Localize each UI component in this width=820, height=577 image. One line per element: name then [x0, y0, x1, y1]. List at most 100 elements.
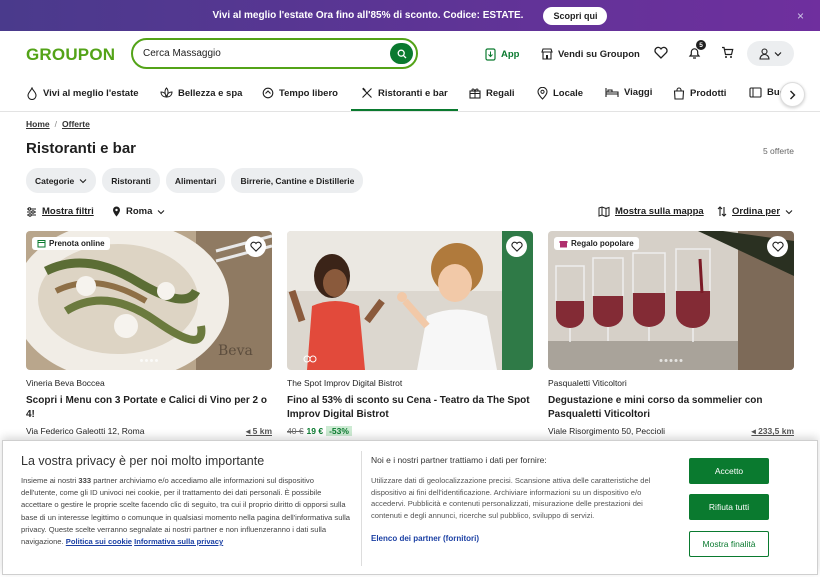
accept-button[interactable]: Accetto — [689, 458, 769, 484]
page-title: Ristoranti e bar — [26, 140, 137, 157]
deal-title[interactable]: Scopri i Menu con 3 Portate e Calici di … — [26, 394, 272, 422]
consent-text: partner archiviamo e/o accediamo alle in… — [21, 476, 351, 547]
breadcrumb-offers[interactable]: Offerte — [62, 119, 90, 129]
category-item-restaurants[interactable]: Ristoranti e bar — [351, 87, 458, 111]
location-label: Roma — [126, 206, 153, 217]
search-value: Cerca Massaggio — [143, 48, 221, 59]
category-nav: Vivi al meglio l'estate Bellezza e spa T… — [0, 76, 820, 112]
privacy-policy-link[interactable]: Informativa sulla privacy — [134, 537, 223, 546]
offer-count: 5 offerte — [762, 146, 794, 156]
sort-button[interactable]: Ordina per — [717, 206, 793, 217]
reject-all-button[interactable]: Rifiuta tutti — [689, 494, 769, 520]
header: GROUPON Cerca Massaggio App Vendi su Gro… — [0, 31, 820, 76]
merchant-name: Vineria Beva Boccea — [26, 378, 105, 388]
deal-image[interactable]: Beva Prenota online — [26, 231, 272, 370]
deal-card[interactable]: The Spot Improv Digital Bistrot Fino al … — [287, 231, 533, 438]
close-icon[interactable]: × — [797, 9, 804, 23]
app-link[interactable]: App — [485, 48, 519, 61]
deal-address: Viale Risorgimento 50, Peccioli — [548, 426, 666, 436]
favorite-button[interactable] — [767, 236, 788, 257]
search-button[interactable] — [390, 43, 413, 64]
purposes-text: Utilizzare dati di geolocalizzazione pre… — [371, 476, 651, 520]
show-filters-button[interactable]: Mostra filtri — [26, 206, 94, 217]
breadcrumb-home[interactable]: Home — [26, 119, 50, 129]
chevron-down-icon — [774, 51, 782, 56]
lotus-icon — [160, 87, 173, 98]
category-item-summer[interactable]: Vivi al meglio l'estate — [26, 87, 139, 100]
image-carousel-dots[interactable] — [659, 359, 683, 362]
cart-button[interactable] — [721, 46, 734, 64]
deal-tag: Prenota online — [32, 237, 110, 250]
user-menu-button[interactable] — [747, 41, 794, 66]
deal-distance-value: 233,5 km — [758, 426, 794, 436]
deal-address: Via Federico Galeotti 12, Roma — [26, 426, 145, 436]
user-icon — [759, 47, 770, 60]
cookie-consent-banner: La vostra privacy è per noi molto import… — [2, 440, 818, 575]
category-label: Regali — [486, 87, 515, 99]
breadcrumb: Home / Offerte — [26, 119, 90, 129]
category-item-products[interactable]: Prodotti — [673, 87, 726, 100]
purposes-title: Noi e i nostri partner trattiamo i dati … — [371, 455, 547, 465]
location-pin-icon — [537, 87, 548, 100]
deal-distance[interactable]: ◂ 233,5 km — [751, 426, 794, 437]
chip-label: Ristoranti — [111, 175, 151, 186]
groupon-logo[interactable]: GROUPON — [26, 45, 115, 65]
show-purposes-button[interactable]: Mostra finalità — [689, 531, 769, 557]
category-label: Vivi al meglio l'estate — [43, 88, 139, 99]
show-map-label: Mostra sulla mappa — [615, 206, 704, 217]
utensils-icon — [362, 87, 372, 98]
deal-image[interactable] — [287, 231, 533, 370]
deal-distance[interactable]: ◂ 5 km — [246, 426, 272, 437]
category-item-gifts[interactable]: Regali — [469, 87, 515, 99]
show-map-button[interactable]: Mostra sulla mappa — [598, 206, 704, 217]
search-input[interactable]: Cerca Massaggio — [131, 38, 418, 69]
heart-icon — [654, 46, 668, 59]
vendors-link[interactable]: Elenco dei partner (fornitori) — [371, 534, 479, 543]
chevron-down-icon — [79, 178, 87, 183]
deal-title[interactable]: Degustazione e mini corso da sommelier c… — [548, 394, 794, 422]
new-price: 19 € — [306, 426, 324, 436]
shopping-bag-icon — [673, 87, 685, 100]
notifications-button[interactable]: 5 — [688, 40, 706, 65]
location-pin-icon — [113, 206, 120, 217]
deal-tag-label: Regalo popolare — [571, 239, 634, 248]
wishlist-button[interactable] — [654, 46, 668, 64]
chip-categories[interactable]: Categorie — [26, 168, 97, 193]
favorite-button[interactable] — [245, 236, 266, 257]
favorite-button[interactable] — [506, 236, 527, 257]
chip-label: Birrerie, Cantine e Distillerie — [240, 175, 355, 186]
category-scroll-right-button[interactable] — [780, 82, 805, 107]
category-item-local[interactable]: Locale — [537, 87, 583, 100]
promo-cta-button[interactable]: Scopri qui — [543, 6, 608, 25]
sell-link[interactable]: Vendi su Groupon — [541, 48, 640, 60]
filters-bar: Mostra filtri Roma Mostra sulla mappa Or… — [26, 206, 796, 220]
notification-count-badge: 5 — [696, 40, 706, 50]
deal-title[interactable]: Fino al 53% di sconto su Cena - Teatro d… — [287, 394, 533, 422]
chip-restaurants[interactable]: Ristoranti — [102, 168, 160, 193]
chip-groceries[interactable]: Alimentari — [165, 168, 226, 193]
store-icon — [541, 48, 553, 60]
old-price: 40 € — [287, 426, 304, 436]
category-label: Bellezza e spa — [178, 87, 243, 99]
deal-card[interactable]: Regalo popolare Pasqualetti Viticoltori … — [548, 231, 794, 438]
phone-icon — [485, 48, 496, 61]
category-label: Viaggi — [624, 87, 653, 98]
consent-description: Insieme ai nostri 333 partner archiviamo… — [21, 475, 351, 548]
category-item-beauty[interactable]: Bellezza e spa — [160, 87, 242, 99]
chip-breweries[interactable]: Birrerie, Cantine e Distillerie — [231, 168, 364, 193]
deal-image[interactable]: Regalo popolare — [548, 231, 794, 370]
location-selector[interactable]: Roma — [112, 206, 165, 217]
search-icon — [397, 49, 406, 58]
deal-price: 40 €19 € -53% — [287, 426, 533, 438]
cart-icon — [722, 46, 734, 58]
category-label: Tempo libero — [279, 87, 338, 99]
deal-card[interactable]: Beva Prenota online Vineria Beva Boccea … — [26, 231, 272, 438]
category-item-travel[interactable]: Viaggi — [605, 87, 652, 98]
cookie-policy-link[interactable]: Politica sui cookie — [66, 537, 132, 546]
image-carousel-dots[interactable] — [140, 359, 158, 362]
chevron-down-icon — [785, 209, 793, 214]
heart-icon — [249, 241, 262, 252]
merchant-name: The Spot Improv Digital Bistrot — [287, 378, 403, 388]
merchant-name: Pasqualetti Viticoltori — [548, 378, 627, 388]
category-item-leisure[interactable]: Tempo libero — [262, 87, 338, 99]
